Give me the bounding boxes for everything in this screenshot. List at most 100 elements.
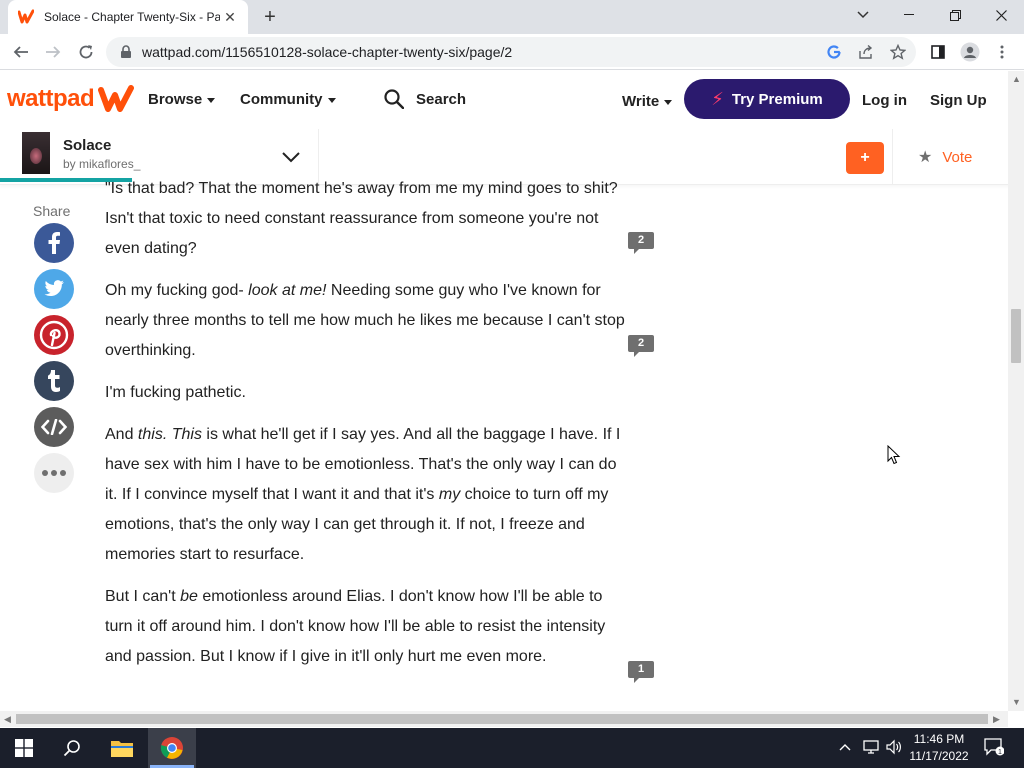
browse-menu[interactable]: Browse — [148, 91, 216, 108]
caret-down-icon — [207, 97, 216, 103]
write-label: Write — [622, 93, 660, 110]
twitter-icon — [44, 280, 64, 297]
browser-toolbar: wattpad.com/1156510128-solace-chapter-tw… — [0, 34, 1024, 70]
horizontal-scrollbar[interactable]: ◀ ▶ — [0, 711, 1008, 727]
facebook-share-button[interactable] — [34, 223, 74, 263]
site-header: wattpad Browse Community Search Write ⚡ … — [0, 71, 1010, 129]
write-menu[interactable]: Write — [622, 93, 673, 110]
vote-label: Vote — [942, 148, 973, 166]
paragraph: And this. This is what he'll get if I sa… — [105, 420, 625, 570]
scroll-right-icon[interactable]: ▶ — [993, 714, 1000, 725]
close-window-icon[interactable] — [978, 0, 1024, 30]
paragraph-text: And — [105, 426, 138, 443]
system-clock[interactable]: 11:46 PM 11/17/2022 — [906, 731, 972, 765]
story-title[interactable]: Solace — [63, 137, 111, 154]
login-link[interactable]: Log in — [862, 92, 907, 109]
cover-art — [30, 148, 42, 164]
tab-close-icon[interactable]: ✕ — [222, 9, 238, 25]
paragraph: I'm fucking pathetic. — [105, 378, 625, 408]
share-label: Share — [33, 203, 71, 219]
back-icon[interactable] — [9, 40, 33, 64]
comment-bubble-icon — [634, 677, 640, 683]
paragraph-text: I'm fucking pathetic. — [105, 384, 246, 401]
share-icon[interactable] — [856, 42, 876, 62]
community-menu[interactable]: Community — [240, 91, 336, 108]
notification-count: 1 — [998, 749, 1002, 756]
story-text: "Is that bad? That the moment he's away … — [105, 174, 654, 684]
pinterest-icon — [39, 320, 69, 350]
community-label: Community — [240, 91, 323, 108]
scroll-left-icon[interactable]: ◀ — [4, 714, 11, 725]
try-premium-button[interactable]: ⚡ Try Premium — [684, 79, 850, 119]
new-tab-button[interactable]: + — [258, 5, 282, 29]
chevron-down-icon[interactable] — [280, 146, 302, 168]
story-author[interactable]: by mikaflores_ — [63, 157, 140, 171]
file-explorer-icon[interactable] — [98, 728, 146, 768]
reload-icon[interactable] — [74, 40, 98, 64]
search-icon — [384, 89, 404, 109]
divider — [892, 129, 893, 185]
vote-button[interactable]: ★ Vote — [918, 147, 972, 167]
forward-icon[interactable] — [41, 40, 65, 64]
browser-menu-icon[interactable] — [990, 40, 1014, 64]
clock-time: 11:46 PM — [913, 732, 965, 746]
signup-link[interactable]: Sign Up — [930, 92, 987, 109]
paragraph-text: Oh my fucking god- — [105, 282, 249, 299]
vertical-scroll-thumb[interactable] — [1011, 309, 1021, 363]
network-icon[interactable] — [863, 739, 879, 758]
horizontal-scroll-thumb[interactable] — [16, 714, 988, 724]
inline-comment-button[interactable]: 1 — [628, 661, 654, 683]
url-text[interactable]: wattpad.com/1156510128-solace-chapter-tw… — [142, 44, 512, 60]
bookmark-star-icon[interactable] — [888, 42, 908, 62]
restore-icon[interactable] — [932, 0, 978, 30]
tab-title: Solace - Chapter Twenty-Six - Pa — [44, 10, 220, 24]
paragraph: But I can't be emotionless around Elias.… — [105, 582, 654, 683]
chrome-taskbar-icon[interactable] — [148, 728, 196, 768]
tray-chevron-up-icon[interactable] — [839, 740, 851, 754]
add-to-library-button[interactable]: + — [846, 142, 884, 174]
wattpad-w-icon — [98, 85, 135, 112]
facebook-icon — [48, 232, 60, 254]
lock-icon[interactable] — [120, 45, 132, 59]
more-dots-icon — [42, 470, 66, 476]
search-button[interactable]: Search — [384, 89, 466, 109]
windows-start-icon[interactable] — [0, 728, 48, 768]
address-bar[interactable]: wattpad.com/1156510128-solace-chapter-tw… — [106, 37, 916, 67]
clock-date: 11/17/2022 — [909, 749, 969, 763]
profile-icon[interactable] — [958, 40, 982, 64]
notification-center-icon[interactable]: 1 — [984, 738, 1005, 759]
inline-comment-button[interactable]: 2 — [628, 232, 654, 254]
sidebar-icon[interactable] — [926, 40, 950, 64]
more-share-button[interactable] — [34, 453, 74, 493]
caret-down-icon — [327, 97, 336, 103]
browser-tab[interactable]: Solace - Chapter Twenty-Six - Pa ✕ — [8, 0, 248, 34]
comment-count: 2 — [628, 335, 654, 352]
minimize-icon[interactable] — [886, 0, 932, 30]
paragraph-text: "Is that bad? That the moment he's away … — [105, 180, 618, 257]
scroll-down-icon[interactable]: ▼ — [1012, 697, 1021, 707]
paragraph: "Is that bad? That the moment he's away … — [105, 174, 654, 264]
mouse-cursor-icon — [887, 445, 901, 465]
inline-comment-button[interactable]: 2 — [628, 335, 654, 357]
wattpad-logo[interactable]: wattpad — [7, 85, 135, 113]
vertical-scrollbar[interactable]: ▲ ▼ — [1008, 71, 1024, 711]
logo-text: wattpad — [7, 85, 95, 112]
code-embed-icon — [41, 419, 67, 435]
google-icon[interactable] — [824, 42, 844, 62]
browser-tabstrip: Solace - Chapter Twenty-Six - Pa ✕ + — [0, 0, 1024, 34]
paragraph-text: But I can't — [105, 588, 181, 605]
tumblr-share-button[interactable] — [34, 361, 74, 401]
tab-search-chevron-icon[interactable] — [840, 0, 886, 30]
story-cover-image[interactable] — [22, 132, 50, 174]
star-icon: ★ — [918, 149, 933, 166]
twitter-share-button[interactable] — [34, 269, 74, 309]
wattpad-favicon-icon — [18, 9, 34, 24]
paragraph-emphasis: this. This — [137, 426, 202, 443]
embed-share-button[interactable] — [34, 407, 74, 447]
scroll-up-icon[interactable]: ▲ — [1012, 74, 1021, 84]
paragraph-emphasis: be — [180, 588, 198, 605]
pinterest-share-button[interactable] — [34, 315, 74, 355]
search-label: Search — [416, 90, 467, 108]
taskbar-search-icon[interactable] — [48, 728, 96, 768]
volume-icon[interactable] — [886, 739, 902, 758]
